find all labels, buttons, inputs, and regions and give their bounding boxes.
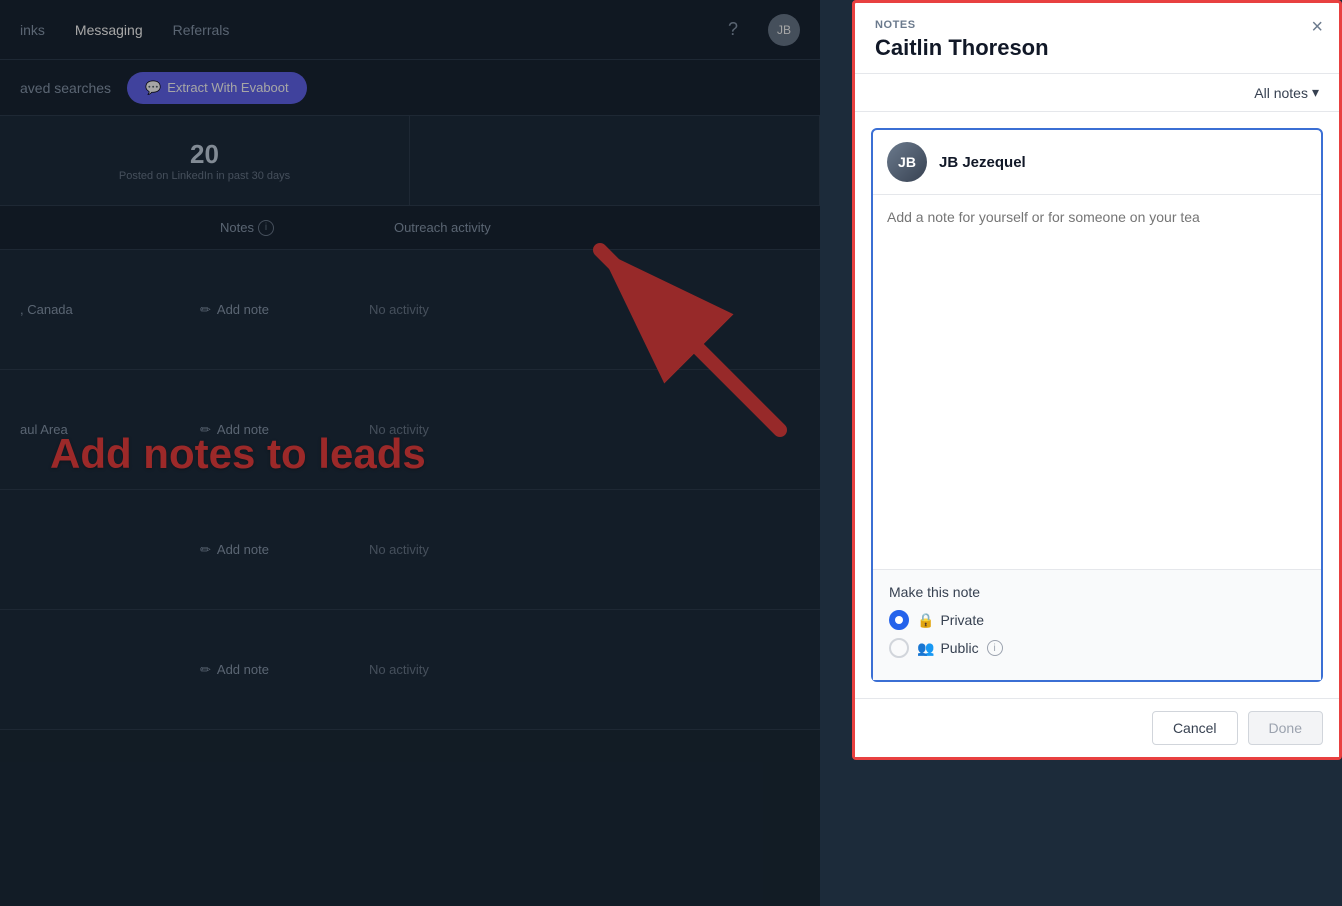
add-note-1[interactable]: ✏ Add note — [200, 302, 269, 318]
add-note-3[interactable]: ✏ Add note — [200, 542, 269, 558]
private-label: 🔒 Private — [917, 612, 984, 629]
radio-public[interactable]: 👥 Public i — [889, 638, 1305, 658]
note-compose-area: JB JB Jezequel Make this note 🔒 Private … — [871, 128, 1323, 682]
notes-column-header: Notes — [220, 220, 254, 235]
public-label: 👥 Public i — [917, 640, 1003, 657]
radio-private[interactable]: 🔒 Private — [889, 610, 1305, 630]
modal-footer: Cancel Done — [855, 698, 1339, 757]
composer-header: JB JB Jezequel — [873, 130, 1321, 195]
people-icon: 👥 — [917, 640, 934, 657]
privacy-section: Make this note 🔒 Private 👥 Public i — [873, 569, 1321, 680]
note-textarea[interactable] — [873, 195, 1321, 569]
table-row: ✏ Add note No activity — [0, 490, 820, 610]
stat-label: Posted on LinkedIn in past 30 days — [119, 170, 290, 182]
outreach-column-header: Outreach activity — [394, 220, 491, 235]
modal-close-button[interactable]: × — [1311, 17, 1323, 37]
chevron-down-icon: ▾ — [1312, 84, 1319, 101]
table-row: ✏ Add note No activity — [0, 610, 820, 730]
add-note-4[interactable]: ✏ Add note — [200, 662, 269, 678]
notes-info-icon[interactable]: i — [258, 220, 274, 236]
pencil-icon: ✏ — [200, 662, 211, 678]
pencil-icon: ✏ — [200, 422, 211, 438]
radio-public-circle — [889, 638, 909, 658]
modal-header: NOTES Caitlin Thoreson × — [855, 3, 1339, 74]
modal-person-name: Caitlin Thoreson — [875, 35, 1319, 61]
table-header: Notes i Outreach activity — [0, 206, 820, 250]
extract-button[interactable]: 💬 Extract With Evaboot — [127, 72, 307, 104]
nav-item-links[interactable]: inks — [20, 22, 45, 38]
saved-searches-label: aved searches — [20, 80, 111, 96]
modal-notes-label: NOTES — [875, 19, 1319, 31]
pencil-icon: ✏ — [200, 542, 211, 558]
avatar[interactable]: JB — [768, 14, 800, 46]
done-button[interactable]: Done — [1248, 711, 1323, 745]
stats-row: 20 Posted on LinkedIn in past 30 days — [0, 116, 820, 206]
stat-cell-2 — [410, 116, 820, 205]
no-activity-3: No activity — [369, 542, 429, 557]
pencil-icon: ✏ — [200, 302, 211, 318]
public-info-icon[interactable]: i — [987, 640, 1003, 656]
radio-private-circle — [889, 610, 909, 630]
stat-cell-posted: 20 Posted on LinkedIn in past 30 days — [0, 116, 410, 205]
all-notes-button[interactable]: All notes ▾ — [1254, 84, 1319, 101]
composer-avatar: JB — [887, 142, 927, 182]
row-location-1: , Canada — [20, 302, 140, 317]
chat-icon: 💬 — [145, 80, 161, 96]
table-body: , Canada ✏ Add note No activity aul Area… — [0, 250, 820, 730]
radio-dot — [895, 616, 903, 624]
table-row: aul Area ✏ Add note No activity — [0, 370, 820, 490]
notes-modal: NOTES Caitlin Thoreson × All notes ▾ JB … — [852, 0, 1342, 760]
no-activity-4: No activity — [369, 662, 429, 677]
help-icon[interactable]: ? — [728, 19, 738, 40]
no-activity-2: No activity — [369, 422, 429, 437]
avatar-image: JB — [887, 142, 927, 182]
all-notes-row: All notes ▾ — [855, 74, 1339, 112]
stat-number: 20 — [190, 139, 219, 170]
nav-item-referrals[interactable]: Referrals — [173, 22, 230, 38]
table-row: , Canada ✏ Add note No activity — [0, 250, 820, 370]
add-note-2[interactable]: ✏ Add note — [200, 422, 269, 438]
cancel-button[interactable]: Cancel — [1152, 711, 1238, 745]
no-activity-1: No activity — [369, 302, 429, 317]
lock-icon: 🔒 — [917, 612, 934, 629]
nav-item-messaging[interactable]: Messaging — [75, 22, 143, 38]
top-nav: inks Messaging Referrals ? JB — [0, 0, 820, 60]
row-location-2: aul Area — [20, 422, 140, 437]
make-note-label: Make this note — [889, 584, 1305, 600]
search-row: aved searches 💬 Extract With Evaboot — [0, 60, 820, 116]
composer-name: JB Jezequel — [939, 154, 1026, 171]
